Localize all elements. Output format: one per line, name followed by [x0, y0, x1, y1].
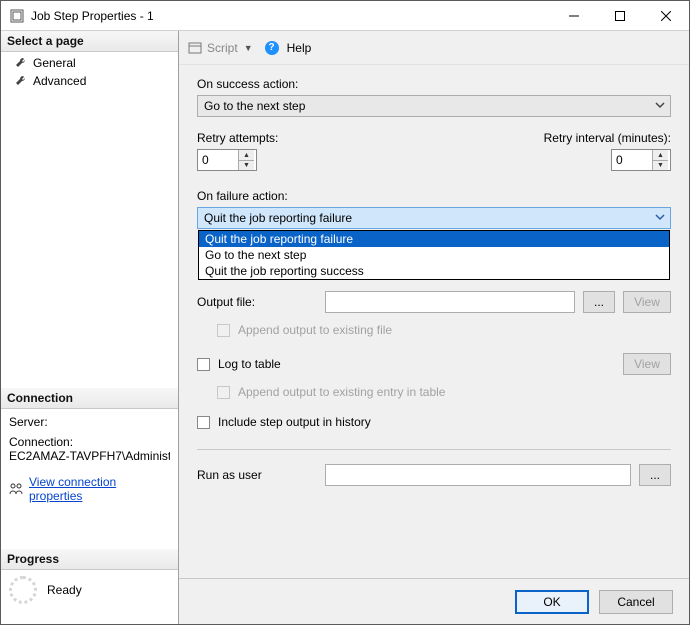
progress-status: Ready — [47, 583, 82, 597]
retry-attempts-col: Retry attempts: ▲ ▼ — [197, 131, 278, 171]
page-list: General Advanced — [1, 52, 178, 92]
view-connection-link[interactable]: View connection properties — [29, 475, 170, 503]
retry-attempts-label: Retry attempts: — [197, 131, 278, 145]
connection-label: Connection: — [9, 435, 170, 449]
connection-value: EC2AMAZ-TAVPFH7\Administrator — [9, 449, 170, 463]
window-buttons — [551, 1, 689, 31]
spin-up-button[interactable]: ▲ — [239, 150, 254, 160]
dropdown-option[interactable]: Go to the next step — [199, 247, 669, 263]
append-output-label: Append output to existing file — [238, 323, 392, 337]
script-icon — [187, 40, 203, 56]
people-icon — [9, 483, 23, 495]
wrench-icon — [15, 75, 27, 87]
help-button[interactable]: Help — [287, 41, 312, 55]
script-dropdown-caret[interactable]: ▼ — [244, 43, 253, 53]
view-log-button[interactable]: View — [623, 353, 671, 375]
view-connection-row: View connection properties — [1, 469, 178, 509]
log-to-table-label: Log to table — [218, 357, 281, 371]
on-failure-combo[interactable]: Quit the job reporting failure Quit the … — [197, 207, 671, 229]
form-area: On success action: Go to the next step R… — [179, 65, 689, 578]
spin-up-button[interactable]: ▲ — [653, 150, 668, 160]
run-as-user-input[interactable] — [325, 464, 631, 486]
progress-header: Progress — [1, 549, 178, 570]
retry-interval-field[interactable] — [612, 153, 652, 167]
maximize-button[interactable] — [597, 1, 643, 31]
run-as-user-label: Run as user — [197, 468, 317, 482]
connection-header: Connection — [1, 388, 178, 409]
app-icon — [9, 8, 25, 24]
include-history-row: Include step output in history — [197, 415, 671, 429]
connection-block: Connection: EC2AMAZ-TAVPFH7\Administrato… — [1, 435, 178, 469]
on-failure-section: On failure action: Quit the job reportin… — [197, 189, 671, 229]
sidebar: Select a page General Advanced Connectio… — [1, 31, 179, 624]
script-button[interactable]: Script — [207, 41, 238, 55]
output-file-row: Output file: ... View — [197, 291, 671, 313]
browse-button[interactable]: ... — [583, 291, 615, 313]
sidebar-item-general[interactable]: General — [1, 54, 178, 72]
dialog-window: Job Step Properties - 1 Select a page Ge… — [0, 0, 690, 625]
help-icon: ? — [265, 41, 279, 55]
separator — [197, 449, 671, 450]
spin-down-button[interactable]: ▼ — [653, 160, 668, 170]
append-output-checkbox — [217, 324, 230, 337]
on-success-label: On success action: — [197, 77, 671, 91]
on-success-combo[interactable]: Go to the next step — [197, 95, 671, 117]
dialog-footer: OK Cancel — [179, 578, 689, 624]
minimize-button[interactable] — [551, 1, 597, 31]
run-as-user-row: Run as user ... — [197, 464, 671, 486]
on-failure-dropdown: Quit the job reporting failure Go to the… — [198, 230, 670, 280]
retry-attempts-field[interactable] — [198, 153, 238, 167]
append-entry-row: Append output to existing entry in table — [197, 385, 671, 399]
on-failure-label: On failure action: — [197, 189, 671, 203]
chevron-down-icon — [654, 211, 666, 223]
run-as-user-browse-button[interactable]: ... — [639, 464, 671, 486]
log-to-table-checkbox[interactable] — [197, 358, 210, 371]
server-block: Server: — [1, 409, 178, 435]
dialog-body: Select a page General Advanced Connectio… — [1, 31, 689, 624]
toolbar: Script ▼ ? Help — [179, 31, 689, 65]
progress-row: Ready — [1, 570, 178, 624]
sidebar-item-label: Advanced — [33, 74, 86, 88]
cancel-button[interactable]: Cancel — [599, 590, 673, 614]
retry-interval-label: Retry interval (minutes): — [544, 131, 671, 145]
window-title: Job Step Properties - 1 — [31, 9, 551, 23]
sidebar-item-label: General — [33, 56, 76, 70]
wrench-icon — [15, 57, 27, 69]
dropdown-option[interactable]: Quit the job reporting success — [199, 263, 669, 279]
close-button[interactable] — [643, 1, 689, 31]
output-file-label: Output file: — [197, 295, 317, 309]
main-panel: Script ▼ ? Help On success action: Go to… — [179, 31, 689, 624]
retry-interval-col: Retry interval (minutes): ▲ ▼ — [544, 131, 671, 171]
ok-button[interactable]: OK — [515, 590, 589, 614]
sidebar-item-advanced[interactable]: Advanced — [1, 72, 178, 90]
on-failure-value: Quit the job reporting failure — [204, 211, 352, 225]
server-label: Server: — [9, 415, 170, 429]
retry-interval-input[interactable]: ▲ ▼ — [611, 149, 671, 171]
spinner-buttons: ▲ ▼ — [238, 150, 254, 170]
spinner-icon — [9, 576, 37, 604]
include-history-checkbox[interactable] — [197, 416, 210, 429]
append-entry-checkbox — [217, 386, 230, 399]
titlebar: Job Step Properties - 1 — [1, 1, 689, 31]
select-page-header: Select a page — [1, 31, 178, 52]
chevron-down-icon — [654, 99, 666, 111]
append-entry-label: Append output to existing entry in table — [238, 385, 445, 399]
view-output-button[interactable]: View — [623, 291, 671, 313]
on-success-value: Go to the next step — [204, 99, 305, 113]
spinner-buttons: ▲ ▼ — [652, 150, 668, 170]
retry-row: Retry attempts: ▲ ▼ Retry interval (minu… — [197, 131, 671, 171]
retry-attempts-input[interactable]: ▲ ▼ — [197, 149, 257, 171]
spin-down-button[interactable]: ▼ — [239, 160, 254, 170]
append-output-row: Append output to existing file — [197, 323, 671, 337]
include-history-label: Include step output in history — [218, 415, 371, 429]
log-to-table-row: Log to table View — [197, 353, 671, 375]
dropdown-option[interactable]: Quit the job reporting failure — [199, 231, 669, 247]
output-file-input[interactable] — [325, 291, 575, 313]
